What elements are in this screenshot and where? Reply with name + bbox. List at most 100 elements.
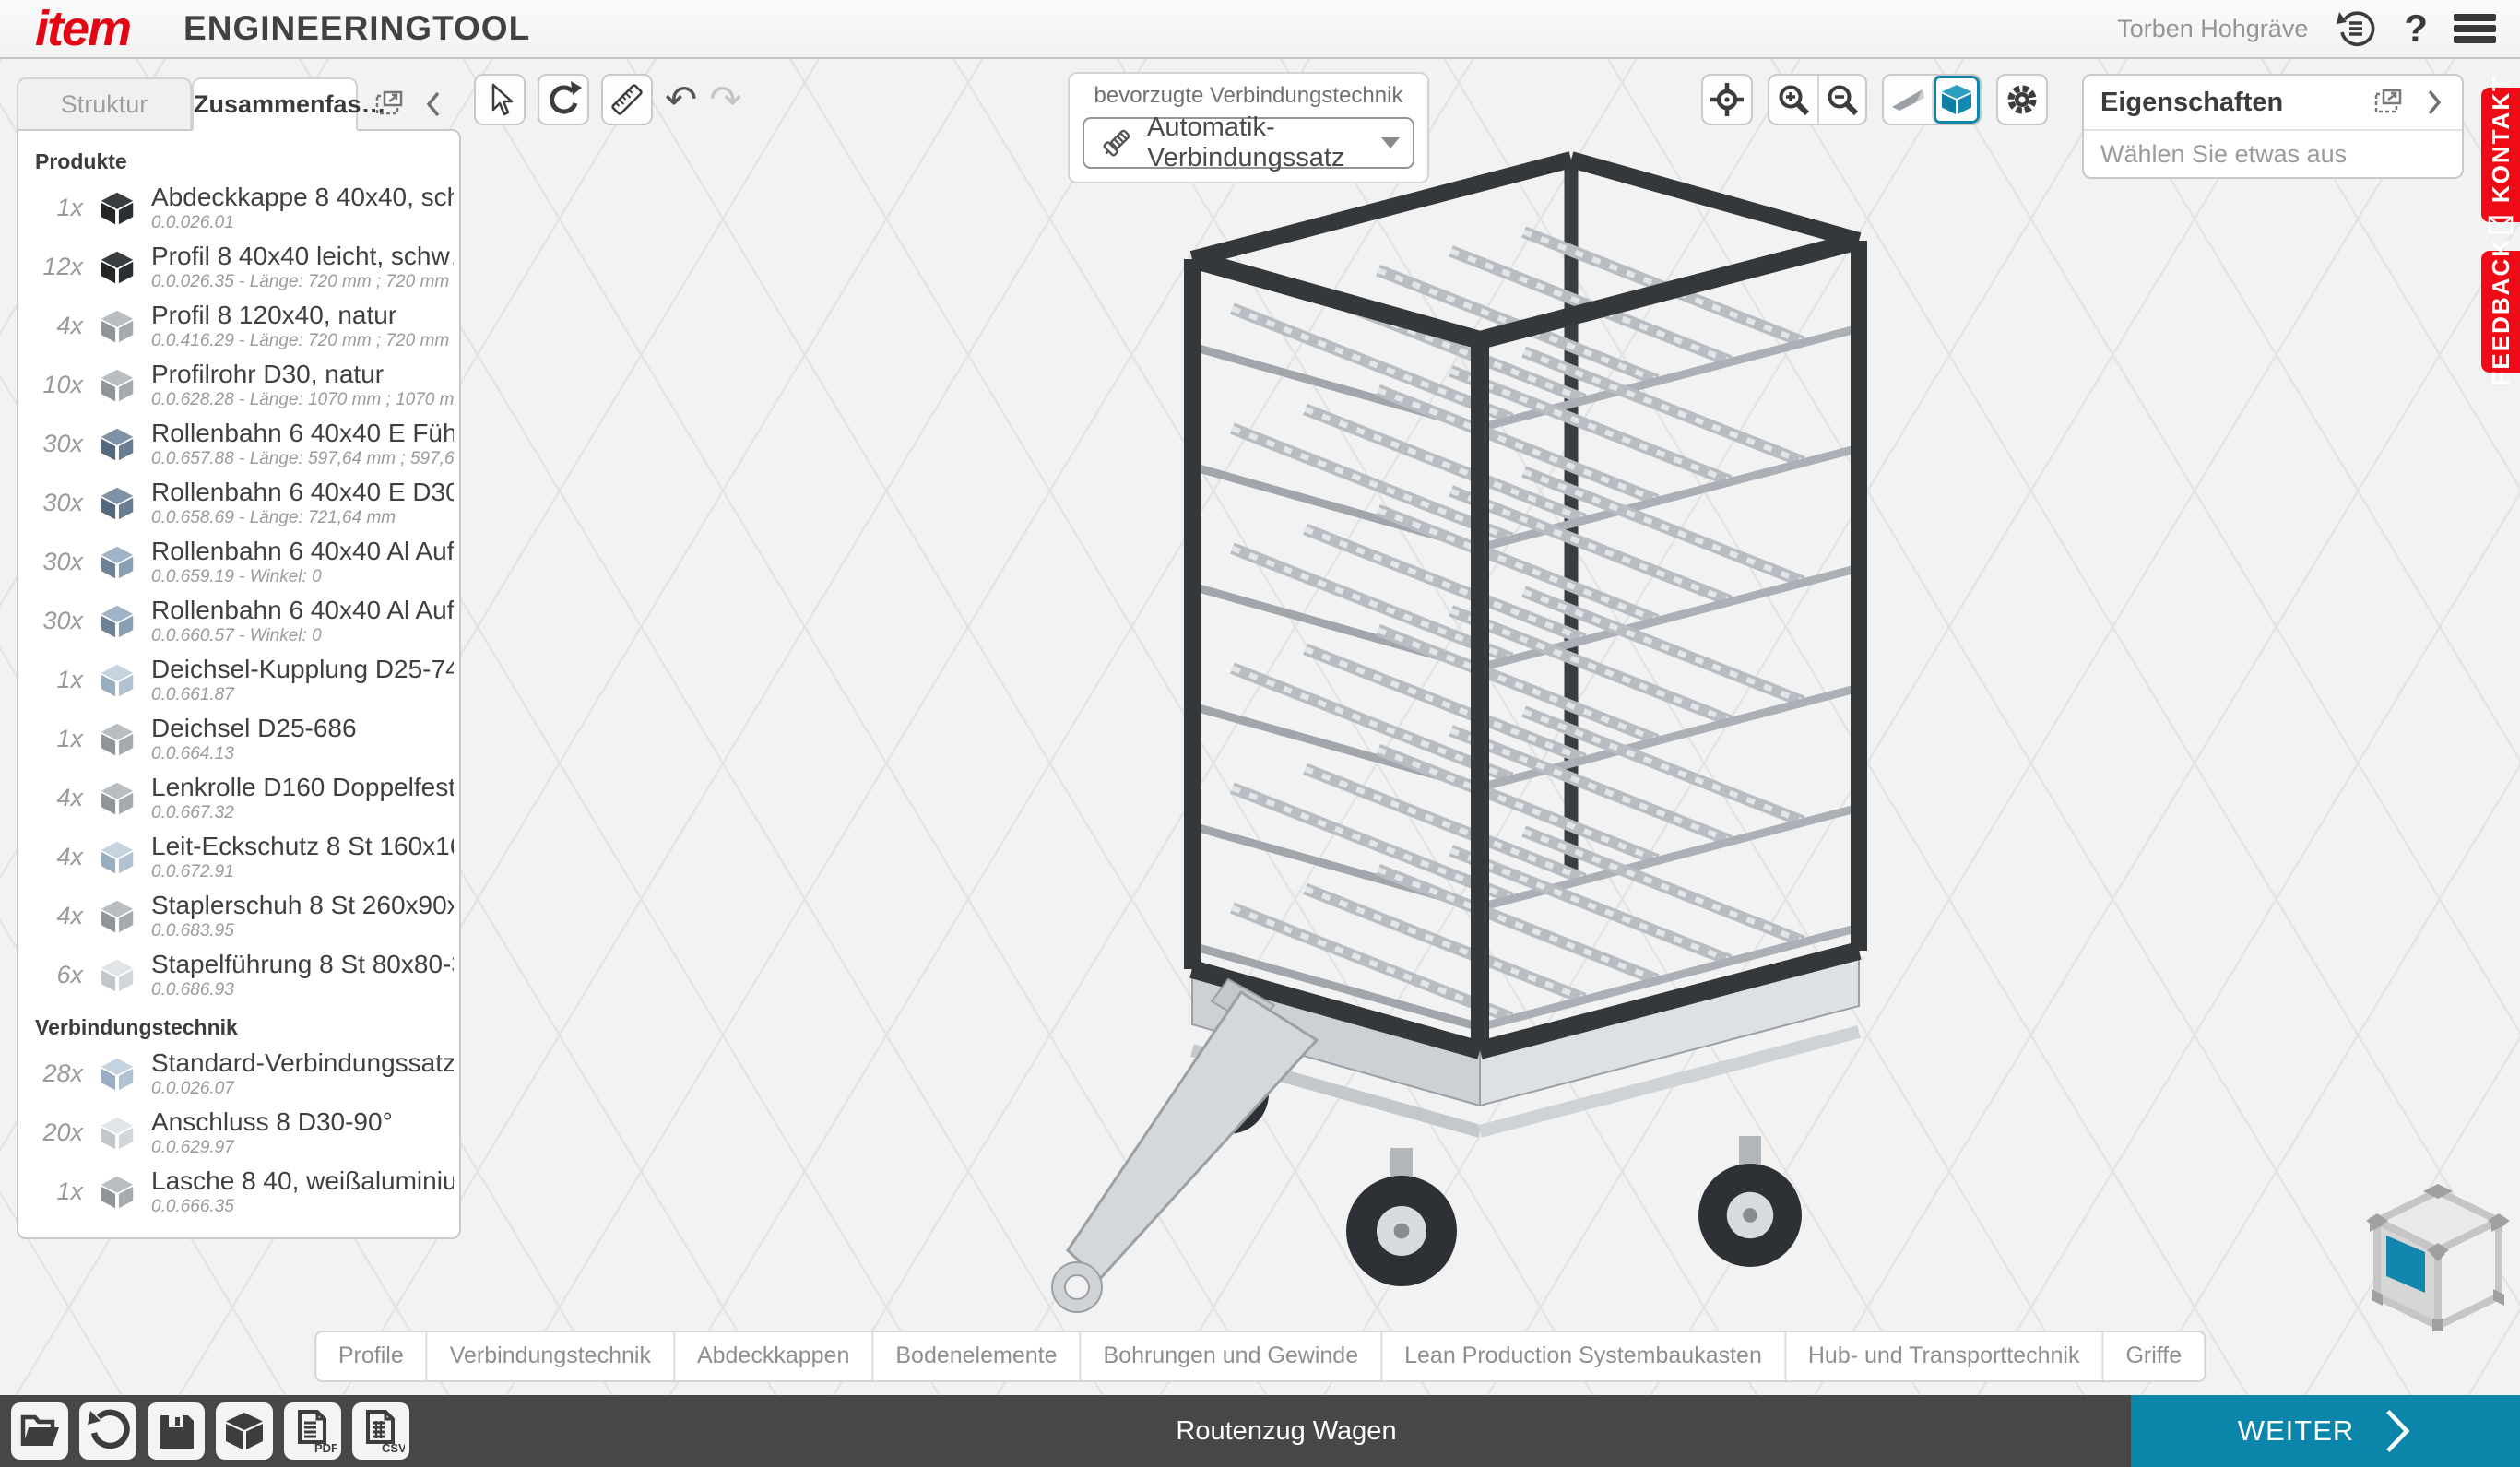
part-icon [83,304,151,347]
part-article-number: 0.0.026.01 [151,213,454,233]
contact-tab[interactable]: KONTAKT [2481,88,2520,222]
item-logo: item [35,1,130,56]
category-tab[interactable]: Verbindungstechnik [426,1332,673,1380]
feedback-tab-label: FEEDBACK [2487,238,2515,385]
part-row[interactable]: 1xLasche 8 40, weißaluminiu…0.0.666.35 [18,1162,459,1221]
part-article-number: 0.0.629.97 [151,1138,454,1158]
part-title: Profil 8 40x40 leicht, schw… [151,242,454,271]
menu-icon[interactable] [2454,10,2496,47]
rotate-view-button[interactable] [538,74,589,125]
part-row[interactable]: 1xAbdeckkappe 8 40x40, sch…0.0.026.01 [18,178,459,237]
category-tabs: ProfileVerbindungstechnikAbdeckkappenBod… [314,1331,2206,1382]
part-row[interactable]: 4xProfil 8 120x40, natur0.0.416.29 - Län… [18,296,459,355]
part-thumbnail [96,776,138,819]
part-row[interactable]: 1xDeichsel-Kupplung D25-74,…0.0.661.87 [18,650,459,709]
select-tool-button[interactable] [474,74,526,125]
part-row[interactable]: 30xRollenbahn 6 40x40 Al Auf…0.0.660.57 … [18,591,459,650]
settings-button[interactable] [1996,74,2048,125]
part-icon [83,245,151,288]
zoom-in-button[interactable] [1769,76,1817,124]
weiter-button[interactable]: WEITER [2131,1395,2520,1467]
part-icon [83,1052,151,1094]
perspective-view-button[interactable] [1884,76,1932,124]
part-row[interactable]: 30xRollenbahn 6 40x40 E D300.0.658.69 - … [18,473,459,532]
part-icon [83,1111,151,1153]
undo-icon[interactable]: ↶ [665,74,697,125]
part-title: Profil 8 120x40, natur [151,301,454,330]
category-tab[interactable]: Profile [316,1332,426,1380]
tab-zusammenfassung[interactable]: Zusammenfas… [192,77,358,131]
orientation-cube[interactable] [2357,1177,2519,1339]
reset-button[interactable] [79,1402,136,1460]
app-title: ENGINEERINGTOOL [183,9,530,48]
part-count: 1x [18,666,83,694]
3d-model-cart[interactable] [959,138,1936,1365]
help-icon[interactable]: ? [2404,6,2428,51]
project-name: Routenzug Wagen [1176,1416,1396,1447]
export-csv-button[interactable]: CSV [352,1402,409,1460]
part-icon [83,953,151,996]
contact-tab-label: KONTAKT [2487,75,2515,203]
part-row[interactable]: 6xStapelführung 8 St 80x80-3…0.0.686.93 [18,945,459,1004]
category-tab[interactable]: Griffe [2101,1332,2204,1380]
part-row[interactable]: 10xProfilrohr D30, natur0.0.628.28 - Län… [18,355,459,414]
part-count: 1x [18,1177,83,1206]
part-thumbnail [96,304,138,347]
pdf-badge: PDF [314,1441,337,1455]
part-article-number: 0.0.683.95 [151,921,454,941]
part-row[interactable]: 20xAnschluss 8 D30-90°0.0.629.97 [18,1103,459,1162]
open-project-button[interactable] [11,1402,68,1460]
part-article-number: 0.0.659.19 - Winkel: 0 [151,567,454,587]
part-row[interactable]: 28xStandard-Verbindungssatz …0.0.026.07 [18,1044,459,1103]
part-article-number: 0.0.657.88 - Länge: 597,64 mm ; 597,64 m… [151,449,454,469]
part-count: 1x [18,725,83,753]
part-icon [83,599,151,642]
orthographic-view-button[interactable] [1932,76,1980,124]
category-tab[interactable]: Abdeckkappen [673,1332,871,1380]
center-view-button[interactable] [1701,74,1753,125]
part-article-number: 0.0.661.87 [151,685,454,705]
history-icon[interactable] [2334,6,2378,51]
tab-struktur[interactable]: Struktur [17,77,192,131]
export-3d-button[interactable] [216,1402,273,1460]
measure-tool-button[interactable] [601,74,653,125]
export-pdf-button[interactable]: PDF [284,1402,341,1460]
category-tab[interactable]: Lean Production Systembaukasten [1380,1332,1784,1380]
zoom-out-button[interactable] [1817,76,1865,124]
collapse-properties-icon[interactable] [2423,86,2445,119]
viewport-3d[interactable]: Struktur Zusammenfas… Produkte1xAbdeckka… [0,59,2520,1467]
parts-list: Produkte1xAbdeckkappe 8 40x40, sch…0.0.0… [17,129,461,1239]
properties-title: Eigenschaften [2100,88,2370,118]
redo-icon[interactable]: ↷ [709,74,741,125]
part-count: 4x [18,902,83,930]
part-row[interactable]: 4xLenkrolle D160 Doppelfest…0.0.667.32 [18,768,459,827]
part-count: 30x [18,489,83,517]
connection-select[interactable]: Automatik-Verbindungssatz [1083,117,1414,169]
part-row[interactable]: 4xStaplerschuh 8 St 260x90x…0.0.683.95 [18,886,459,945]
part-count: 1x [18,194,83,222]
part-row[interactable]: 12xProfil 8 40x40 leicht, schw…0.0.026.3… [18,237,459,296]
collapse-panel-icon[interactable] [422,88,444,121]
csv-badge: CSV [382,1441,405,1455]
part-thumbnail [96,835,138,878]
popout-icon[interactable] [2370,84,2407,121]
part-row[interactable]: 4xLeit-Eckschutz 8 St 160x16…0.0.672.91 [18,827,459,886]
save-button[interactable] [148,1402,205,1460]
feedback-tab[interactable]: FEEDBACK [2481,251,2520,373]
part-thumbnail [96,422,138,465]
part-thumbnail [96,363,138,406]
part-icon [83,717,151,760]
part-row[interactable]: 1xDeichsel D25-6860.0.664.13 [18,709,459,768]
category-tab[interactable]: Bodenelemente [871,1332,1079,1380]
part-icon [83,422,151,465]
part-title: Profilrohr D30, natur [151,360,454,389]
part-row[interactable]: 30xRollenbahn 6 40x40 E Führ…0.0.657.88 … [18,414,459,473]
part-count: 12x [18,253,83,281]
category-tab[interactable]: Hub- und Transporttechnik [1784,1332,2102,1380]
part-row[interactable]: 30xRollenbahn 6 40x40 Al Auf…0.0.659.19 … [18,532,459,591]
part-article-number: 0.0.666.35 [151,1197,454,1217]
connection-card: bevorzugte Verbindungstechnik Automatik-… [1068,72,1429,183]
category-tab[interactable]: Bohrungen und Gewinde [1080,1332,1381,1380]
part-thumbnail [96,953,138,996]
part-article-number: 0.0.628.28 - Länge: 1070 mm ; 1070 mm [151,390,454,410]
